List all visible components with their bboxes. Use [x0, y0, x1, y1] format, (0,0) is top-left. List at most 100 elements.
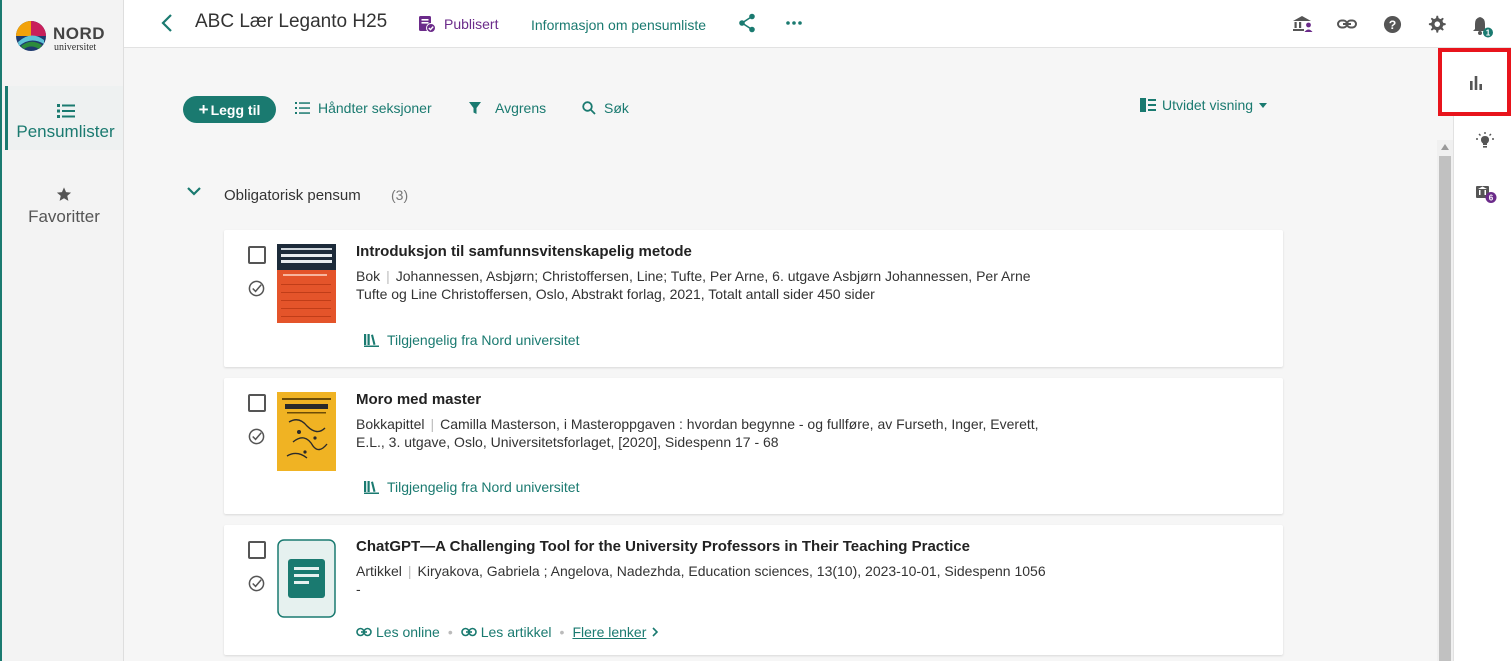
citation-details: Camilla Masterson, i Masteroppgaven : hv… — [356, 416, 1039, 450]
nav-item-label: Favoritter — [28, 207, 100, 226]
left-navigation: NORD universitet Pensumlister Favoritter — [0, 0, 124, 661]
completed-check-icon[interactable] — [248, 428, 265, 445]
notification-bell-icon[interactable]: 1 — [1472, 14, 1494, 38]
section-item-count: (3) — [391, 187, 409, 203]
citation-metadata: Bok | Johannessen, Asbjørn; Christoffersen… — [356, 267, 1046, 303]
library-updates-count: 6 — [1489, 194, 1494, 203]
list-icon — [56, 104, 75, 118]
expanded-view-icon — [1140, 98, 1156, 112]
star-icon — [56, 187, 72, 201]
select-checkbox[interactable] — [248, 541, 266, 559]
type-separator: | — [407, 563, 412, 579]
more-options-icon[interactable] — [785, 13, 803, 33]
filter-button[interactable]: Avgrens — [469, 100, 546, 116]
scrollbar-thumb[interactable] — [1439, 156, 1451, 661]
add-button[interactable]: + Legg til — [183, 96, 276, 123]
search-label: Søk — [604, 100, 629, 116]
nav-item-pensumlister[interactable]: Pensumlister — [5, 86, 123, 150]
publish-status-label: Publisert — [444, 16, 499, 32]
manage-sections-icon — [295, 102, 310, 114]
completed-check-icon[interactable] — [248, 280, 265, 297]
type-separator: | — [386, 268, 390, 284]
citation-type: Bok — [356, 268, 381, 284]
citation-title[interactable]: Introduksjon til samfunnsvitenskapelig m… — [356, 243, 692, 260]
plus-icon: + — [198, 100, 209, 119]
section-title: Obligatorisk pensum — [224, 187, 361, 204]
section-header[interactable]: Obligatorisk pensum (3) — [186, 185, 408, 204]
link-separator: • — [559, 624, 565, 640]
type-separator: | — [430, 416, 435, 432]
book-cover-thumbnail[interactable] — [277, 392, 336, 471]
citation-title[interactable]: Moro med master — [356, 391, 481, 408]
scroll-up-arrow[interactable] — [1441, 144, 1449, 150]
list-info-link[interactable]: Informasjon om pensumliste — [531, 17, 706, 33]
citation-metadata: Bokkapittel | Camilla Masterson, i Mastero… — [356, 415, 1046, 451]
read-online-link[interactable]: Les online — [376, 624, 440, 640]
citation-card[interactable]: ChatGPT—A Challenging Tool for the Unive… — [224, 525, 1283, 655]
filter-label: Avgrens — [495, 100, 547, 116]
logo-subtext: universitet — [54, 42, 97, 53]
notification-count: 1 — [1486, 29, 1491, 38]
article-document-icon[interactable] — [277, 539, 336, 618]
search-icon — [582, 101, 596, 115]
book-cover-thumbnail[interactable] — [277, 244, 336, 323]
library-updates-icon[interactable]: 6 — [1475, 182, 1499, 206]
citation-card[interactable]: Moro med master Bokkapittel | Camilla Mast… — [224, 378, 1283, 514]
search-button[interactable]: Søk — [582, 100, 629, 116]
publish-status[interactable]: Publisert — [418, 15, 498, 33]
library-books-icon — [364, 480, 379, 494]
logo-text: NORD — [53, 24, 106, 43]
select-checkbox[interactable] — [248, 394, 266, 412]
completed-check-icon[interactable] — [248, 575, 265, 592]
nav-edge-accent — [0, 0, 2, 661]
availability-label: Tilgjengelig fra Nord universitet — [387, 332, 580, 348]
top-bar: ABC Lær Leganto H25 Publisert Informasjo… — [124, 0, 1511, 48]
logo-mark-icon — [16, 21, 46, 51]
nord-universitet-logo[interactable]: NORD universitet — [15, 18, 115, 58]
nav-item-label: Pensumlister — [16, 122, 115, 141]
dropdown-caret-icon — [1259, 102, 1268, 108]
suggestions-lightbulb-icon[interactable] — [1476, 132, 1494, 150]
link-icon[interactable] — [1337, 15, 1357, 33]
availability-link[interactable]: Tilgjengelig fra Nord universitet — [364, 479, 579, 495]
add-button-label: Legg til — [210, 101, 261, 118]
manage-sections-button[interactable]: Håndter seksjoner — [295, 100, 432, 116]
citation-details: Johannessen, Asbjørn; Christoffersen, Li… — [356, 268, 1031, 302]
nav-item-favoritter[interactable]: Favoritter — [5, 186, 123, 236]
citation-type: Artikkel — [356, 563, 402, 579]
list-toolbar: + Legg til Håndter seksjoner Avgrens Søk… — [183, 96, 1283, 124]
chevron-right-icon — [652, 627, 659, 637]
select-checkbox[interactable] — [248, 246, 266, 264]
citation-title[interactable]: ChatGPT—A Challenging Tool for the Unive… — [356, 538, 970, 555]
more-links-link[interactable]: Flere lenker — [572, 624, 646, 640]
help-icon[interactable]: ? — [1383, 15, 1402, 34]
library-books-icon — [364, 333, 379, 347]
filter-funnel-icon — [469, 101, 481, 114]
svg-text:?: ? — [1389, 18, 1397, 32]
citation-links: Les online • Les artikkel • Flere lenker — [356, 624, 659, 640]
citation-details: Kiryakova, Gabriela ; Angelova, Nadezhda… — [356, 563, 1046, 597]
link-separator: • — [447, 624, 453, 640]
page-title: ABC Lær Leganto H25 — [195, 11, 388, 32]
manage-sections-label: Håndter seksjoner — [318, 100, 432, 116]
institution-user-icon[interactable] — [1292, 15, 1314, 33]
share-icon[interactable] — [738, 13, 756, 33]
availability-label: Tilgjengelig fra Nord universitet — [387, 479, 580, 495]
view-mode-dropdown[interactable]: Utvidet visning — [1140, 97, 1268, 113]
citation-type: Bokkapittel — [356, 416, 425, 432]
right-rail: 6 — [1453, 48, 1511, 661]
main-scrollbar[interactable] — [1437, 140, 1453, 661]
bar-chart-icon — [1470, 76, 1482, 90]
citation-card[interactable]: Introduksjon til samfunnsvitenskapelig m… — [224, 230, 1283, 367]
analytics-panel-button[interactable] — [1438, 48, 1511, 116]
settings-gear-icon[interactable] — [1427, 15, 1446, 34]
link-icon — [356, 627, 372, 637]
availability-link[interactable]: Tilgjengelig fra Nord universitet — [364, 332, 579, 348]
read-article-link[interactable]: Les artikkel — [481, 624, 552, 640]
collapse-chevron-icon[interactable] — [186, 185, 202, 197]
view-mode-label: Utvidet visning — [1162, 97, 1254, 113]
back-arrow-icon[interactable] — [160, 13, 174, 33]
published-doc-icon — [419, 16, 436, 33]
citation-metadata: Artikkel | Kiryakova, Gabriela ; Angelova,… — [356, 562, 1046, 598]
link-icon — [460, 627, 477, 637]
